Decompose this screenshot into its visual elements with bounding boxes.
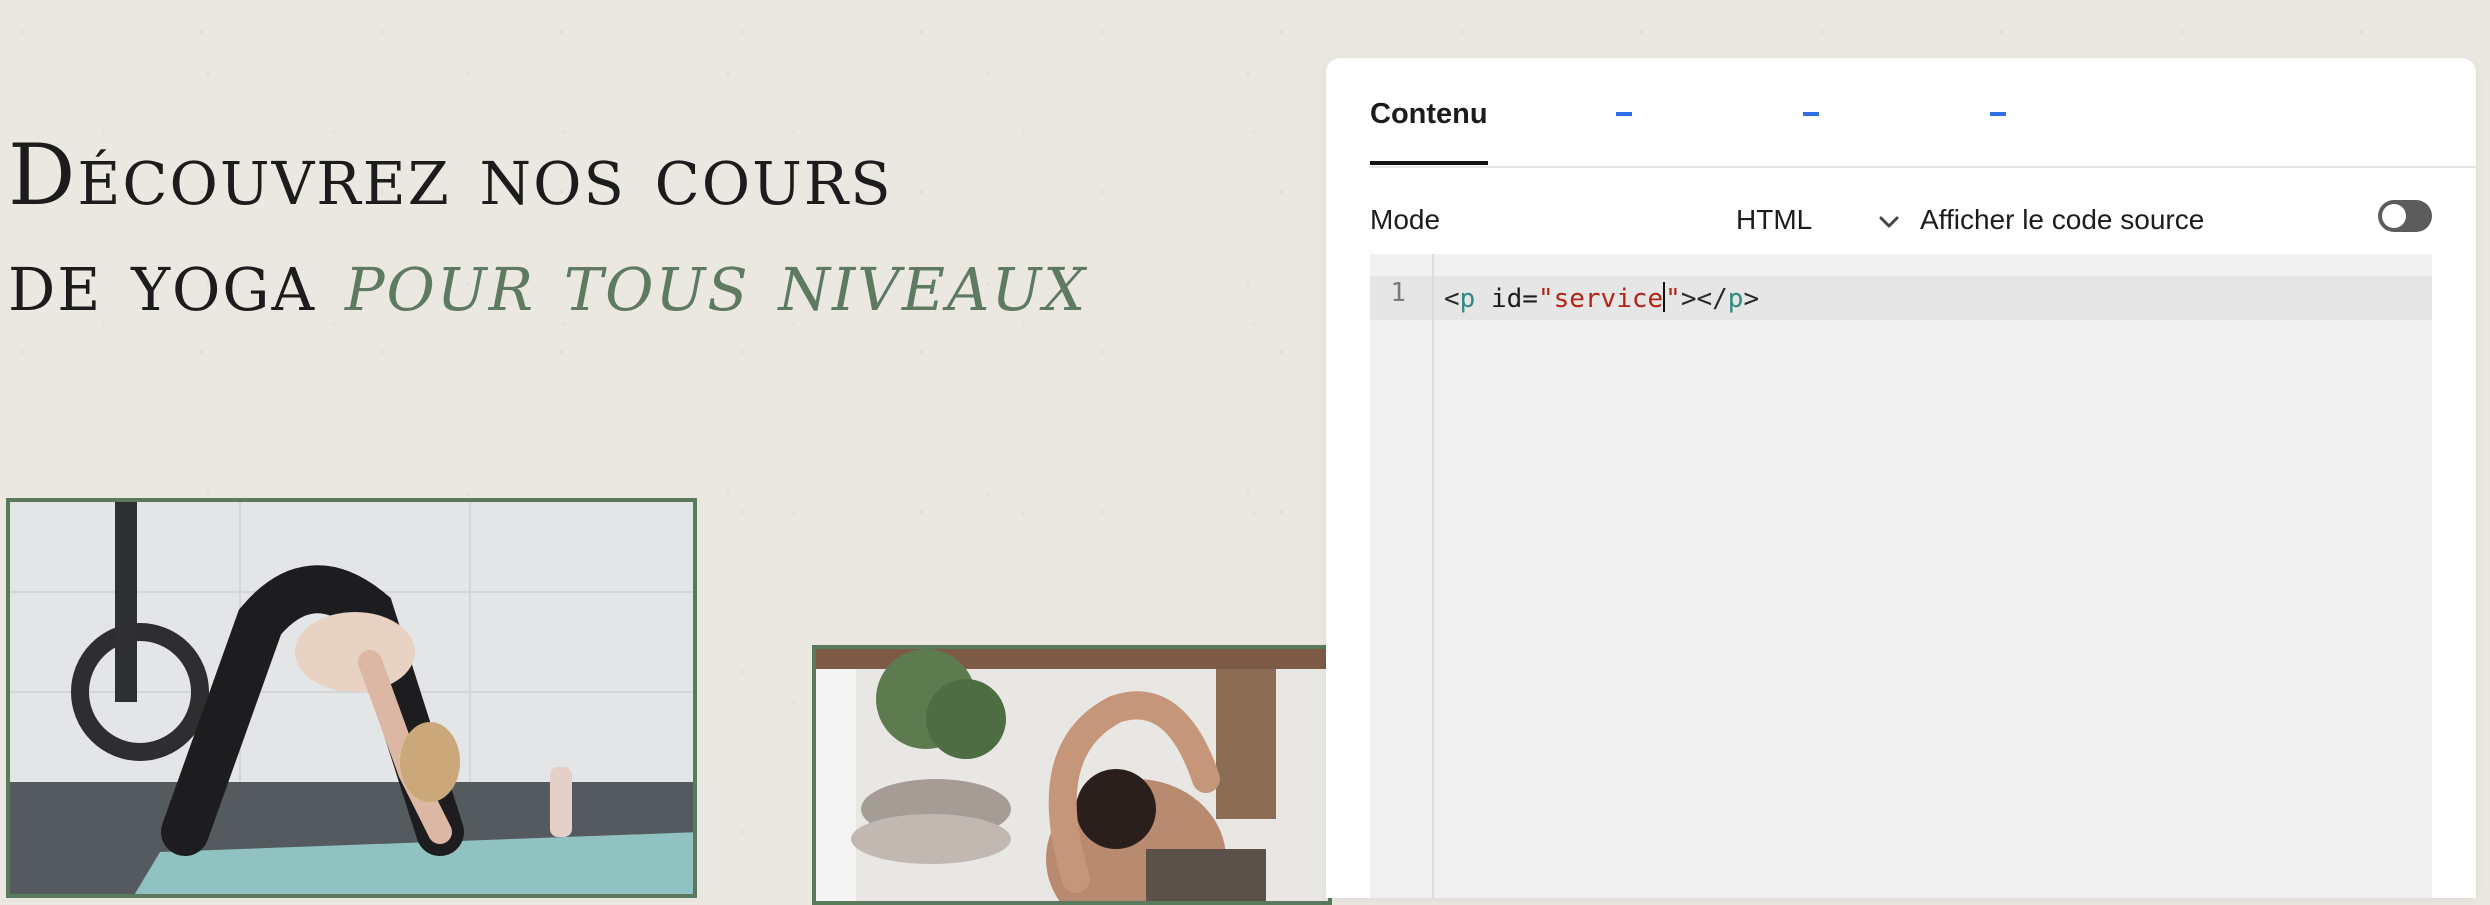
code-punct-mid: ></: [1680, 284, 1728, 314]
code-string: "service: [1537, 284, 1664, 314]
editor-panel: Contenu Mode HTML Afficher le code sourc…: [1326, 58, 2476, 898]
tab-bar: Contenu: [1370, 58, 2476, 168]
yoga-photo-1-illustration: [10, 502, 693, 894]
code-tag-close: p: [1727, 284, 1744, 314]
show-source-label: Afficher le code source: [1920, 204, 2205, 235]
chevron-down-icon: [1879, 216, 1899, 228]
hero-title-line-2: de yoga pour tous niveaux: [8, 228, 1087, 334]
code-attribute: id=: [1475, 284, 1538, 314]
hero-title-accent: pour tous niveaux: [344, 232, 1088, 330]
code-punct-close: >: [1743, 284, 1760, 314]
mode-dropdown-value: HTML: [1736, 204, 1813, 235]
yoga-photo-seated-stretch[interactable]: [812, 645, 1332, 905]
tab-contenu[interactable]: Contenu: [1370, 98, 1488, 165]
code-tag-open: p: [1459, 284, 1476, 314]
toggle-knob: [2382, 204, 2406, 228]
hero-title-plain: de yoga: [8, 232, 345, 330]
code-punct-open: <: [1444, 284, 1460, 314]
mode-row: Mode HTML Afficher le code source: [1370, 188, 2432, 248]
yoga-photo-downward-dog[interactable]: [6, 498, 697, 898]
hero-title: Découvrez nos cours de yoga pour tous ni…: [8, 122, 1087, 334]
mode-dropdown[interactable]: HTML: [1736, 204, 1899, 236]
line-gutter: 1: [1370, 254, 1434, 898]
line-number: 1: [1390, 278, 1406, 308]
code-line[interactable]: <p id="service"></p>: [1444, 282, 1759, 314]
code-editor[interactable]: 1 <p id="service"></p>: [1370, 254, 2432, 898]
show-source-toggle[interactable]: [2378, 200, 2432, 232]
mode-label: Mode: [1370, 204, 1441, 235]
code-string-end: ": [1665, 284, 1681, 314]
yoga-photo-2-illustration: [816, 649, 1328, 901]
hero-title-line-1: Découvrez nos cours: [8, 126, 893, 224]
